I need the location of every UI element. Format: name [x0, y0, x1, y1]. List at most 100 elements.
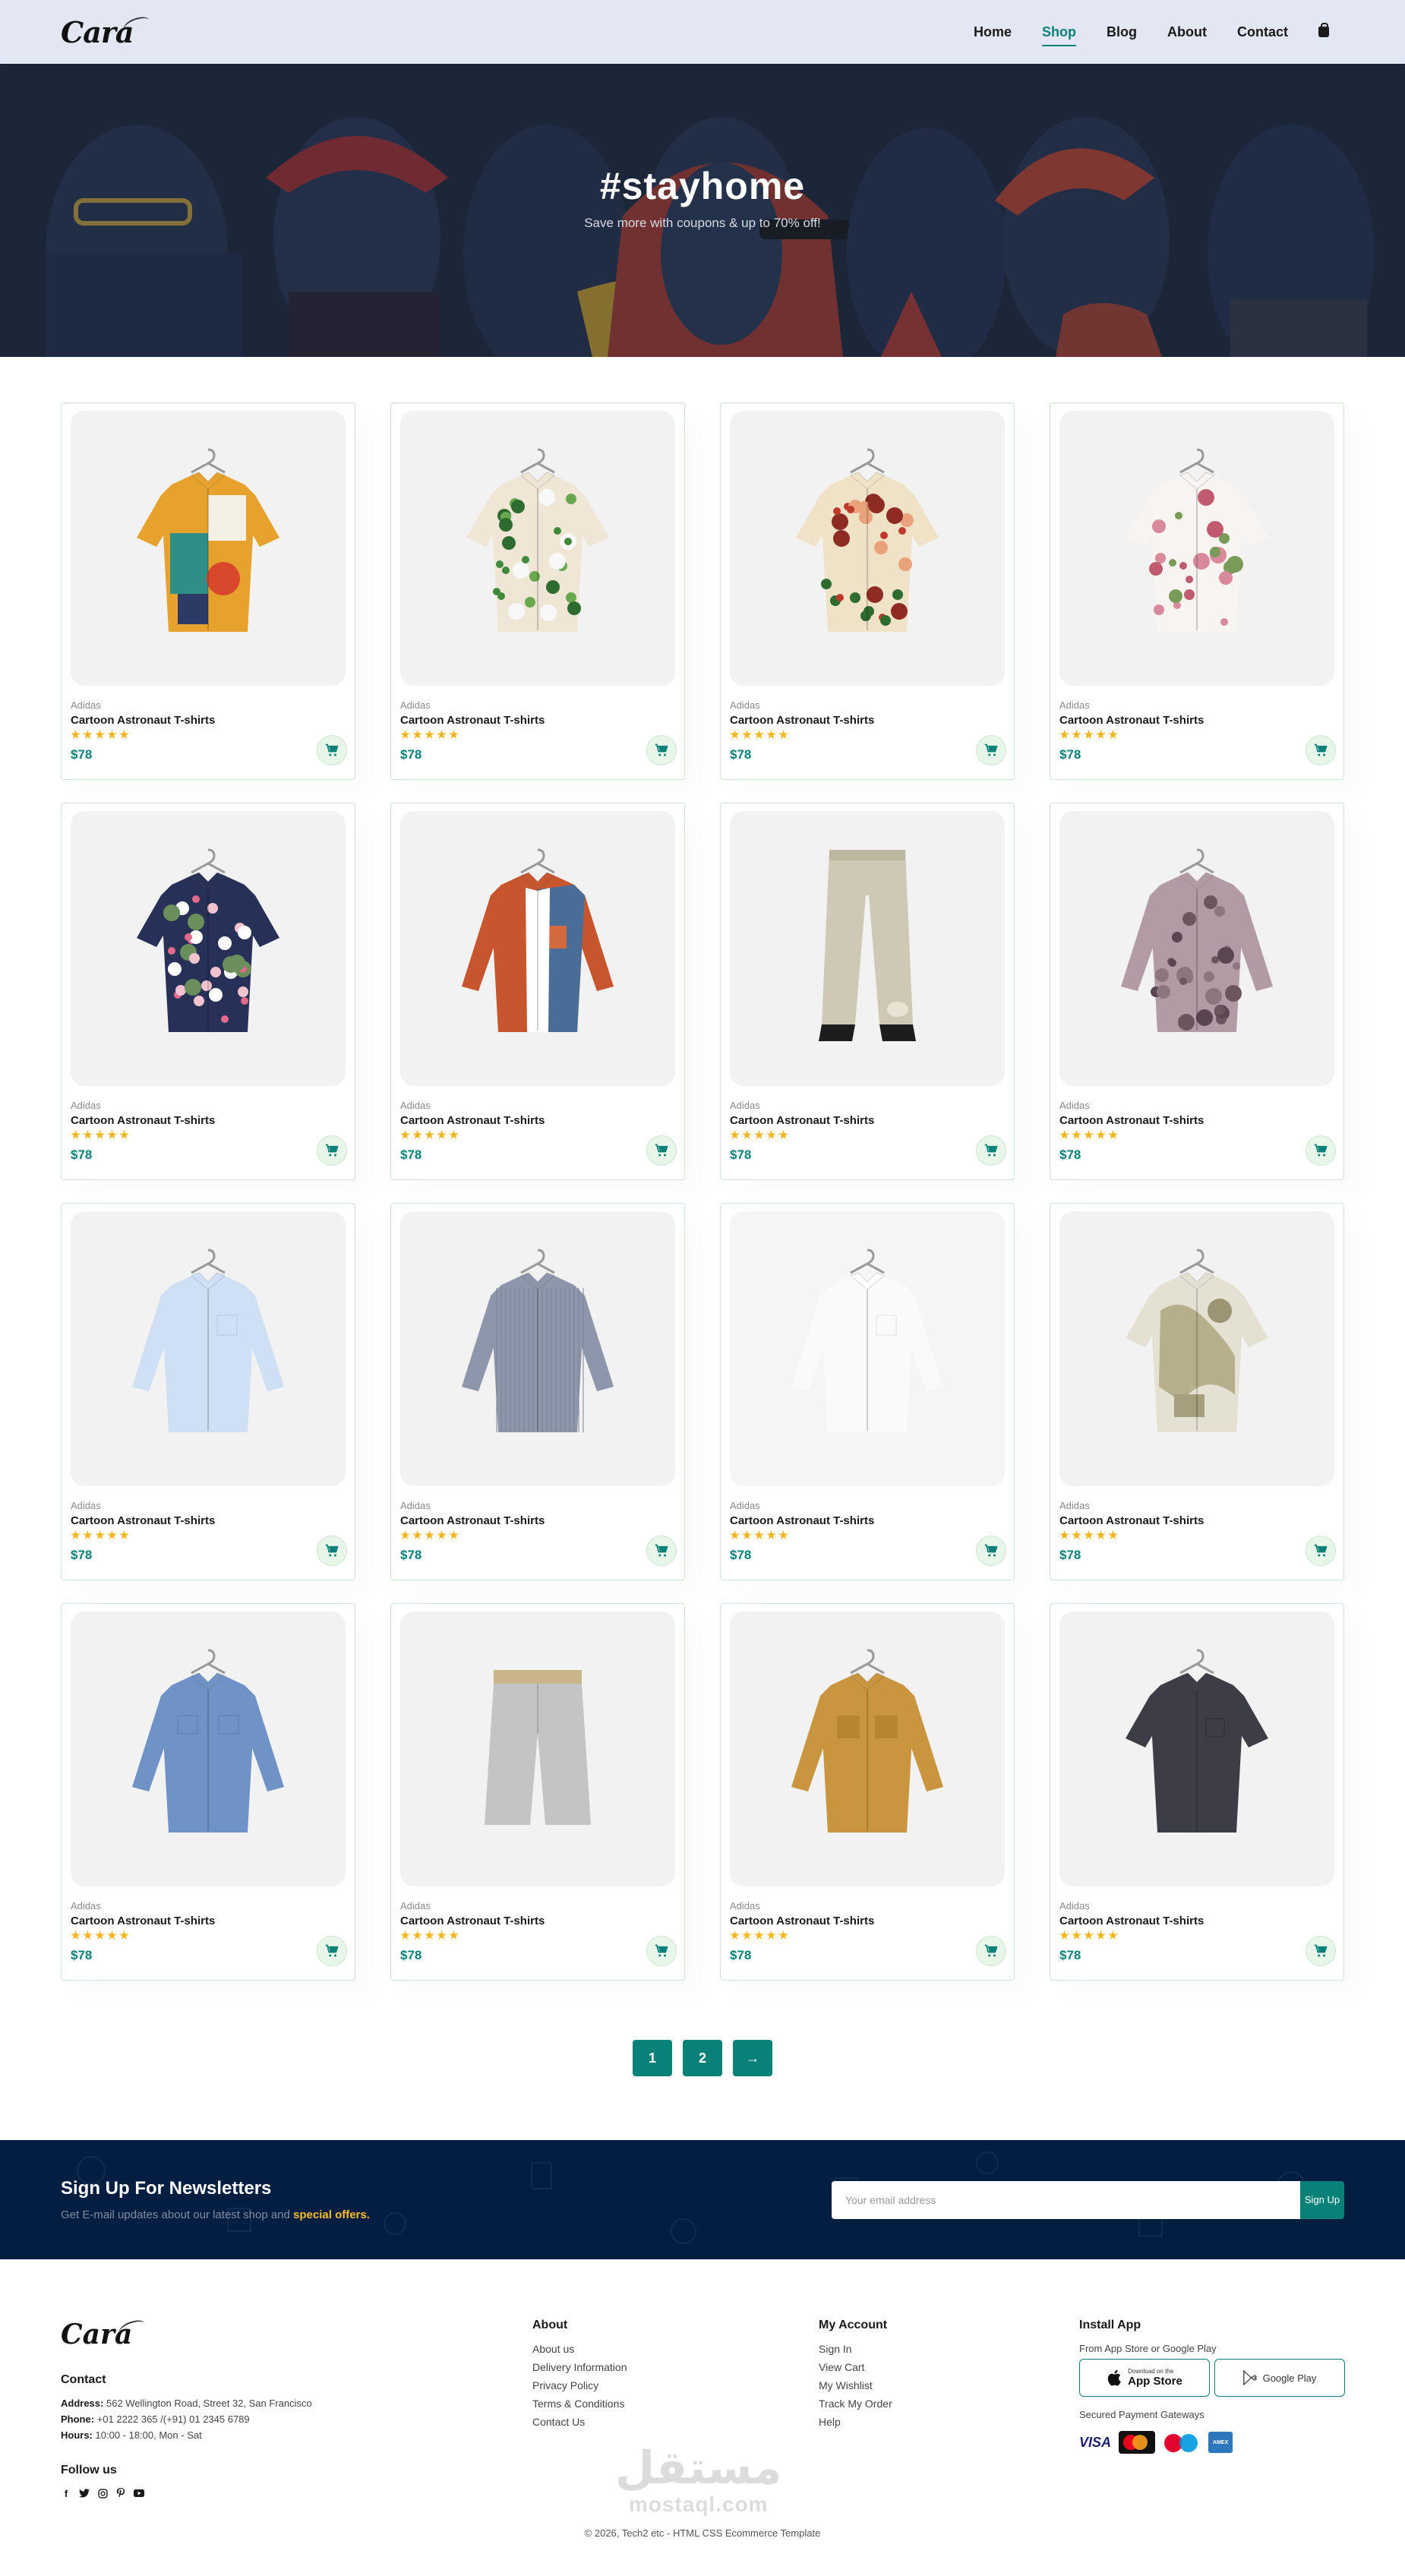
- star-icon: [95, 1530, 105, 1539]
- nav-shop[interactable]: Shop: [1042, 20, 1077, 46]
- about-link-delivery[interactable]: Delivery Information: [532, 2361, 627, 2373]
- account-link-view-cart[interactable]: View Cart: [819, 2361, 892, 2373]
- product-image[interactable]: [1059, 1612, 1334, 1886]
- about-link-about-us[interactable]: About us: [532, 2343, 627, 2355]
- about-link-terms[interactable]: Terms & Conditions: [532, 2398, 627, 2410]
- product-brand: Adidas: [71, 1500, 101, 1511]
- product-card[interactable]: Adidas Cartoon Astronaut T-shirts $78: [390, 1203, 685, 1580]
- product-image[interactable]: [71, 411, 346, 686]
- add-to-cart-button[interactable]: [646, 1936, 677, 1966]
- product-card[interactable]: Adidas Cartoon Astronaut T-shirts $78: [61, 1203, 355, 1580]
- add-to-cart-button[interactable]: [1306, 1936, 1336, 1966]
- account-link-wishlist[interactable]: My Wishlist: [819, 2379, 892, 2391]
- account-link-help[interactable]: Help: [819, 2416, 892, 2428]
- star-icon: [1072, 1130, 1081, 1139]
- app-store-button[interactable]: Download on the App Store: [1079, 2359, 1210, 2397]
- next-page-button[interactable]: →: [733, 2040, 772, 2076]
- shopping-bag-icon[interactable]: [1318, 23, 1329, 37]
- add-to-cart-button[interactable]: [317, 735, 347, 766]
- phone-value: +01 2222 365 /(+91) 01 2345 6789: [96, 2413, 250, 2425]
- nav-blog[interactable]: Blog: [1107, 20, 1137, 45]
- star-icon: [425, 1930, 434, 1940]
- product-rating: [1059, 730, 1334, 740]
- product-image[interactable]: [400, 811, 675, 1086]
- account-link-track-order[interactable]: Track My Order: [819, 2398, 892, 2410]
- product-card[interactable]: Adidas Cartoon Astronaut T-shirts $78: [390, 803, 685, 1180]
- footer-logo[interactable]: Cara: [61, 2317, 312, 2350]
- product-image[interactable]: [730, 1612, 1005, 1886]
- product-image[interactable]: [730, 411, 1005, 686]
- add-to-cart-button[interactable]: [1306, 735, 1336, 766]
- product-card[interactable]: Adidas Cartoon Astronaut T-shirts $78: [1050, 803, 1344, 1180]
- product-card[interactable]: Adidas Cartoon Astronaut T-shirts $78: [720, 803, 1015, 1180]
- youtube-icon[interactable]: [134, 2488, 144, 2499]
- product-image[interactable]: [400, 411, 675, 686]
- about-link-privacy[interactable]: Privacy Policy: [532, 2379, 627, 2391]
- account-link-sign-in[interactable]: Sign In: [819, 2343, 892, 2355]
- add-to-cart-button[interactable]: [976, 735, 1006, 766]
- install-subtitle: From App Store or Google Play: [1079, 2343, 1217, 2354]
- instagram-icon[interactable]: [97, 2488, 108, 2499]
- product-card[interactable]: Adidas Cartoon Astronaut T-shirts $78: [1050, 402, 1344, 780]
- product-brand: Adidas: [71, 699, 101, 711]
- add-to-cart-button[interactable]: [317, 1536, 347, 1566]
- star-icon: [1059, 1930, 1069, 1940]
- add-to-cart-button[interactable]: [1306, 1536, 1336, 1566]
- product-image[interactable]: [71, 811, 346, 1086]
- star-icon: [742, 1130, 752, 1139]
- product-card[interactable]: Adidas Cartoon Astronaut T-shirts $78: [1050, 1203, 1344, 1580]
- product-image[interactable]: [400, 1612, 675, 1886]
- add-to-cart-button[interactable]: [976, 1135, 1006, 1166]
- product-card[interactable]: Adidas Cartoon Astronaut T-shirts $78: [390, 1603, 685, 1981]
- add-to-cart-button[interactable]: [976, 1536, 1006, 1566]
- product-card[interactable]: Adidas Cartoon Astronaut T-shirts $78: [720, 402, 1015, 780]
- product-image[interactable]: [1059, 411, 1334, 686]
- product-image[interactable]: [1059, 1211, 1334, 1486]
- product-title: Cartoon Astronaut T-shirts: [1059, 714, 1205, 727]
- product-card[interactable]: Adidas Cartoon Astronaut T-shirts $78: [61, 1603, 355, 1981]
- product-card[interactable]: Adidas Cartoon Astronaut T-shirts $78: [390, 402, 685, 780]
- cart-icon: [984, 1944, 998, 1957]
- product-image[interactable]: [71, 1211, 346, 1486]
- product-image[interactable]: [71, 1612, 346, 1886]
- product-card[interactable]: Adidas Cartoon Astronaut T-shirts $78: [61, 402, 355, 780]
- sign-up-button[interactable]: Sign Up: [1300, 2180, 1344, 2219]
- product-card[interactable]: Adidas Cartoon Astronaut T-shirts $78: [720, 1603, 1015, 1981]
- product-card[interactable]: Adidas Cartoon Astronaut T-shirts $78: [720, 1203, 1015, 1580]
- nav-contact[interactable]: Contact: [1237, 20, 1288, 45]
- mastercard-logo: [1119, 2431, 1156, 2454]
- add-to-cart-button[interactable]: [646, 735, 677, 766]
- star-icon: [107, 1130, 117, 1139]
- email-input[interactable]: [832, 2180, 1300, 2219]
- about-link-contact[interactable]: Contact Us: [532, 2416, 627, 2428]
- twitter-icon[interactable]: [79, 2488, 90, 2499]
- facebook-icon[interactable]: f: [61, 2488, 71, 2499]
- add-to-cart-button[interactable]: [646, 1536, 677, 1566]
- product-card[interactable]: Adidas Cartoon Astronaut T-shirts $78: [1050, 1603, 1344, 1981]
- account-heading: My Account: [819, 2319, 888, 2331]
- product-image[interactable]: [1059, 811, 1334, 1086]
- add-to-cart-button[interactable]: [646, 1135, 677, 1166]
- google-play-button[interactable]: Google Play: [1214, 2359, 1345, 2397]
- star-icon: [766, 1530, 776, 1539]
- site-logo[interactable]: Cara: [61, 13, 152, 49]
- cart-icon: [1314, 743, 1328, 756]
- page-2-button[interactable]: 2: [683, 2040, 722, 2076]
- cart-icon: [325, 1544, 339, 1557]
- add-to-cart-button[interactable]: [317, 1135, 347, 1166]
- newsletter-section: Sign Up For Newsletters Get E-mail updat…: [0, 2140, 1405, 2259]
- nav-about[interactable]: About: [1167, 20, 1207, 45]
- star-icon: [766, 730, 776, 739]
- site-footer: Cara Contact Address: 562 Wellington Roa…: [0, 2259, 1405, 2576]
- product-image[interactable]: [400, 1211, 675, 1486]
- add-to-cart-button[interactable]: [317, 1936, 347, 1966]
- page-1-button[interactable]: 1: [633, 2040, 672, 2076]
- add-to-cart-button[interactable]: [976, 1936, 1006, 1966]
- product-card[interactable]: Adidas Cartoon Astronaut T-shirts $78: [61, 803, 355, 1180]
- add-to-cart-button[interactable]: [1306, 1135, 1336, 1166]
- pinterest-icon[interactable]: [115, 2488, 126, 2499]
- product-image[interactable]: [730, 1211, 1005, 1486]
- product-image[interactable]: [730, 811, 1005, 1086]
- cart-icon: [984, 743, 998, 756]
- nav-home[interactable]: Home: [974, 20, 1012, 45]
